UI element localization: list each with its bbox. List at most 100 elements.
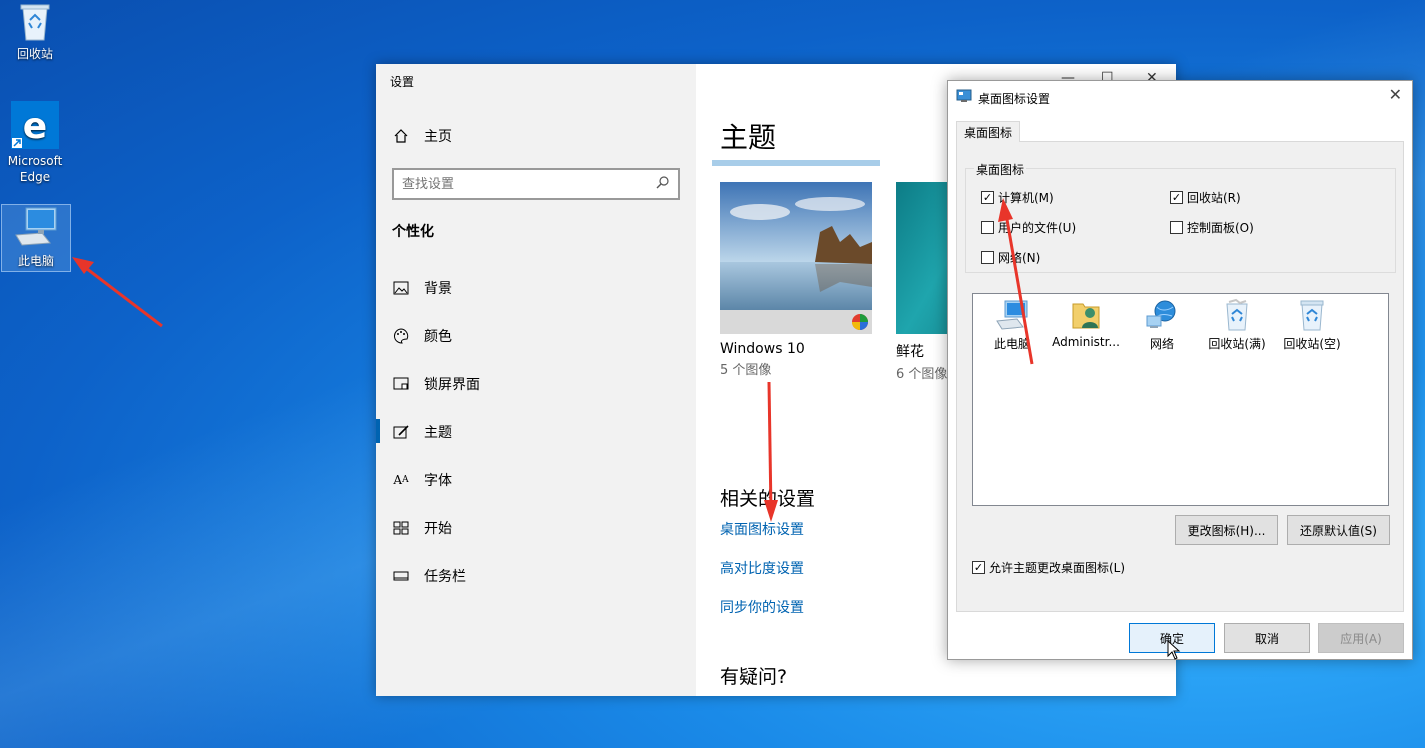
list-item-label: 回收站(满) [1208, 337, 1266, 351]
search-box[interactable] [392, 168, 680, 200]
icon-list[interactable]: 此电脑 Administr... 网络 回收站(满) 回收站(空) [972, 293, 1389, 506]
home-icon [392, 127, 410, 145]
nav-taskbar[interactable]: 任务栏 [392, 564, 466, 588]
dialog-title: 桌面图标设置 [978, 92, 1051, 106]
list-item-label: 网络 [1149, 337, 1174, 351]
image-icon [392, 279, 410, 297]
checkbox-label: 允许主题更改桌面图标(L) [989, 561, 1126, 575]
link-high-contrast[interactable]: 高对比度设置 [720, 558, 804, 578]
taskbar-icon [392, 567, 410, 585]
faq-heading: 有疑问? [720, 666, 788, 688]
checkbox-box[interactable] [981, 221, 994, 234]
list-item-network[interactable]: 网络 [1123, 298, 1201, 352]
nav-label: 开始 [424, 521, 452, 537]
cancel-button[interactable]: 取消 [1224, 623, 1310, 653]
desktop-icon-label: Microsoft Edge [7, 154, 63, 184]
title-underline [712, 160, 880, 166]
svg-text:e: e [23, 106, 47, 147]
checkbox-box[interactable]: ✓ [981, 191, 994, 204]
nav-home-label: 主页 [424, 129, 452, 145]
related-settings-heading: 相关的设置 [720, 488, 816, 510]
search-icon[interactable] [656, 175, 670, 193]
checkbox-box[interactable]: ✓ [972, 561, 985, 574]
nav-label: 字体 [424, 473, 452, 489]
checkbox-box[interactable] [981, 251, 994, 264]
desktop-icon-this-pc[interactable]: 此电脑 [1, 204, 71, 272]
settings-app-title: 设置 [390, 75, 415, 89]
checkbox-label: 回收站(R) [1187, 191, 1241, 205]
list-item-user-folder[interactable]: Administr... [1047, 298, 1125, 349]
apply-button: 应用(A) [1318, 623, 1404, 653]
page-title: 主题 [720, 121, 777, 154]
dialog-close-icon[interactable]: ✕ [1389, 85, 1402, 104]
checkbox-network[interactable]: 网络(N) [981, 249, 1040, 266]
nav-label: 任务栏 [424, 569, 466, 585]
desktop-icons-group: 桌面图标 ✓ 计算机(M) ✓ 回收站(R) 用户的文件(U) 控制面板(O) … [965, 161, 1396, 273]
recycle-bin-empty-icon [1300, 300, 1324, 331]
checkbox-label: 网络(N) [998, 251, 1041, 265]
computer-icon [15, 207, 57, 246]
section-personalization: 个性化 [392, 224, 434, 240]
nav-lockscreen[interactable]: 锁屏界面 [392, 372, 480, 396]
font-icon: AA [393, 473, 409, 487]
list-item-recycle-full[interactable]: 回收站(满) [1198, 298, 1276, 352]
edge-icon: e [11, 101, 59, 149]
nav-start[interactable]: 开始 [392, 516, 452, 540]
checkbox-box[interactable]: ✓ [1170, 191, 1183, 204]
nav-label: 主题 [424, 425, 452, 441]
theme-card-windows10[interactable]: Windows 10 5 个图像 [720, 182, 872, 378]
computer-icon [996, 300, 1028, 330]
list-item-label: 此电脑 [993, 337, 1030, 351]
desktop-icon-recycle-bin[interactable]: 回收站 [0, 2, 70, 62]
recycle-bin-icon [20, 4, 50, 41]
tab-panel: 桌面图标 ✓ 计算机(M) ✓ 回收站(R) 用户的文件(U) 控制面板(O) … [956, 141, 1404, 612]
checkbox-control-panel[interactable]: 控制面板(O) [1170, 219, 1254, 236]
checkbox-allow-theme[interactable]: ✓ 允许主题更改桌面图标(L) [972, 559, 1125, 576]
list-item-label: 回收站(空) [1283, 337, 1341, 351]
beach-photo [720, 182, 872, 334]
dialog-app-icon [956, 89, 972, 102]
link-desktop-icon-settings[interactable]: 桌面图标设置 [720, 519, 804, 539]
network-icon [1146, 300, 1176, 328]
palette-icon [392, 327, 410, 345]
nav-colors[interactable]: 颜色 [392, 324, 452, 348]
search-input[interactable] [402, 176, 656, 192]
list-item-computer[interactable]: 此电脑 [973, 298, 1051, 352]
theme-name: Windows 10 [720, 341, 805, 357]
mouse-cursor-icon [1167, 640, 1181, 660]
change-icon-button[interactable]: 更改图标(H)... [1175, 515, 1278, 545]
nav-home[interactable]: 主页 [392, 124, 452, 148]
nav-fonts[interactable]: AA 字体 [392, 468, 452, 492]
theme-count: 5 个图像 [720, 363, 772, 378]
checkbox-recycle-bin[interactable]: ✓ 回收站(R) [1170, 189, 1241, 206]
desktop-icon-edge[interactable]: e Microsoft Edge [0, 101, 70, 185]
start-icon [392, 519, 410, 537]
selected-indicator [376, 419, 380, 443]
desktop-icon-label: 此电脑 [17, 254, 54, 268]
nav-background[interactable]: 背景 [392, 276, 452, 300]
desktop-icon-label: 回收站 [16, 47, 53, 61]
nav-label: 锁屏界面 [424, 377, 480, 393]
nav-themes[interactable]: 主题 [392, 420, 452, 444]
desktop-icon-settings-dialog: 桌面图标设置 ✕ 桌面图标 ✓ 计算机(M) ✓ 回收站(R) 用户的文件(U)… [947, 80, 1413, 660]
user-folder-icon [1072, 303, 1100, 329]
list-item-label: Administr... [1052, 335, 1120, 349]
nav-label: 颜色 [424, 329, 452, 345]
recycle-bin-full-icon [1226, 298, 1248, 331]
list-item-recycle-empty[interactable]: 回收站(空) [1273, 298, 1351, 352]
checkbox-computer[interactable]: ✓ 计算机(M) [981, 189, 1054, 206]
checkbox-label: 用户的文件(U) [998, 221, 1077, 235]
group-label: 桌面图标 [974, 161, 1027, 178]
theme-thumbnail [720, 182, 872, 334]
tab-desktop-icons[interactable]: 桌面图标 [956, 121, 1020, 142]
checkbox-label: 控制面板(O) [1187, 221, 1254, 235]
restore-default-button[interactable]: 还原默认值(S) [1287, 515, 1390, 545]
link-sync-settings[interactable]: 同步你的设置 [720, 597, 804, 617]
settings-sidebar: 设置 主页 个性化 背景 颜色 [376, 64, 696, 696]
lockscreen-icon [392, 375, 410, 393]
checkbox-user-files[interactable]: 用户的文件(U) [981, 219, 1076, 236]
theme-brush-icon [392, 423, 410, 441]
checkbox-label: 计算机(M) [998, 191, 1054, 205]
nav-label: 背景 [424, 281, 452, 297]
checkbox-box[interactable] [1170, 221, 1183, 234]
